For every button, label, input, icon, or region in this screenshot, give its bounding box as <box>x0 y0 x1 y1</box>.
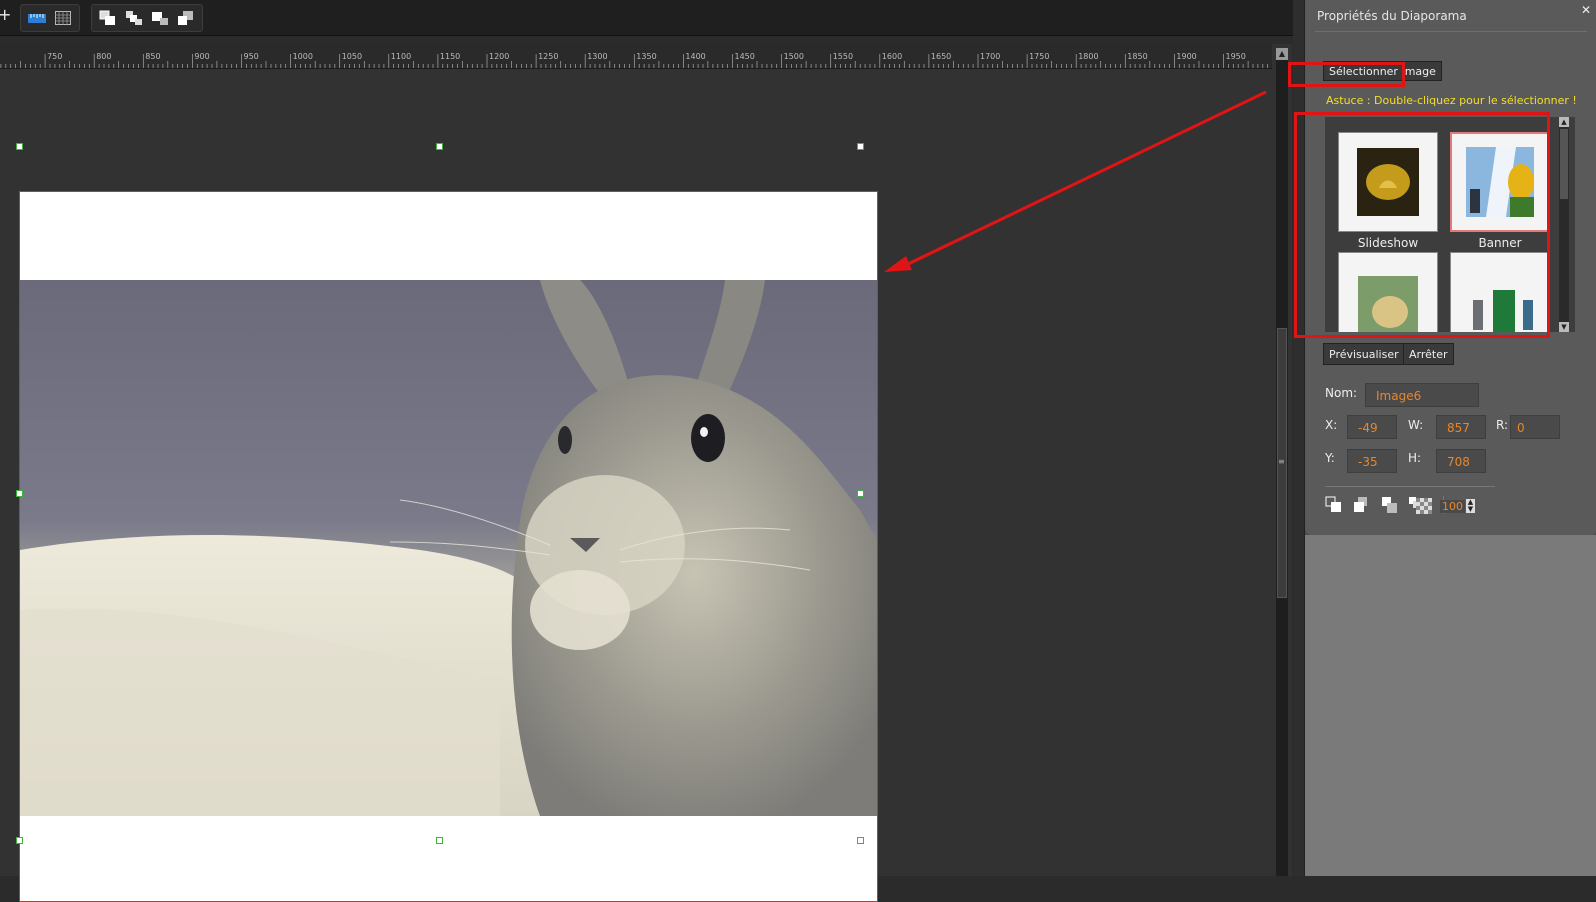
ruler-label: 750 <box>47 52 62 61</box>
plus-icon[interactable]: + <box>0 7 11 23</box>
send-backward-icon[interactable] <box>150 8 170 28</box>
resize-handle-bottom-right[interactable] <box>857 837 864 844</box>
r-field[interactable]: 0 <box>1510 415 1560 439</box>
toolbar: + <box>0 0 1293 36</box>
resize-handle-top[interactable] <box>436 143 443 150</box>
w-field[interactable]: 857 <box>1436 415 1486 439</box>
name-label: Nom: <box>1325 386 1358 400</box>
vertical-scrollbar[interactable]: ▲ ≡ <box>1276 48 1288 876</box>
ruler-label: 850 <box>145 52 160 61</box>
scroll-down-icon[interactable]: ▼ <box>1559 322 1569 332</box>
name-field[interactable]: Image6 <box>1365 383 1479 407</box>
send-to-back-icon[interactable] <box>176 8 196 28</box>
ruler-ticks: 750 800 850 900 950 1000 1050 1100 1150 1200 1250 1… <box>0 52 1269 68</box>
resize-handle-top-right[interactable] <box>857 143 864 150</box>
resize-handle-bottom-left[interactable] <box>16 837 23 844</box>
ruler-label: 1150 <box>440 52 460 61</box>
ruler-icon[interactable] <box>27 8 47 28</box>
opacity-icon <box>1416 498 1432 514</box>
r-label: R: <box>1496 418 1509 432</box>
ruler-label: 1750 <box>1029 52 1049 61</box>
stop-button[interactable]: Arrêter <box>1403 343 1454 365</box>
ruler-label: 1050 <box>342 52 362 61</box>
panel-title: Propriétés du Diaporama <box>1317 9 1467 23</box>
bring-forward-icon[interactable] <box>1353 496 1371 514</box>
thumbnail-scroll-thumb[interactable] <box>1560 129 1568 199</box>
x-field[interactable]: -49 <box>1347 415 1397 439</box>
opacity-value[interactable]: 100 <box>1440 500 1465 513</box>
resize-handle-left[interactable] <box>16 490 23 497</box>
scroll-up-icon[interactable]: ▲ <box>1559 117 1569 127</box>
ruler-label: 800 <box>96 52 111 61</box>
ruler-label: 1500 <box>784 52 804 61</box>
ruler-label: 1100 <box>391 52 411 61</box>
bring-forward-icon[interactable] <box>124 8 144 28</box>
scroll-grip-icon: ≡ <box>1278 457 1285 466</box>
ruler-label: 1350 <box>636 52 656 61</box>
preview-button[interactable]: Prévisualiser <box>1323 343 1405 365</box>
ruler-label: 1850 <box>1127 52 1147 61</box>
ruler-label: 1950 <box>1226 52 1246 61</box>
ruler-label: 1450 <box>735 52 755 61</box>
close-icon[interactable]: ✕ <box>1581 3 1591 17</box>
resize-handle-top-left[interactable] <box>16 143 23 150</box>
ruler-label: 1400 <box>685 52 705 61</box>
grid-icon[interactable] <box>53 8 73 28</box>
ruler-label: 1700 <box>980 52 1000 61</box>
h-field[interactable]: 708 <box>1436 449 1486 473</box>
bring-to-front-icon[interactable] <box>98 8 118 28</box>
ruler-label: 1900 <box>1176 52 1196 61</box>
ruler-label: 1000 <box>293 52 313 61</box>
ruler-label: 1600 <box>882 52 902 61</box>
w-label: W: <box>1408 418 1424 432</box>
ruler-label: 1250 <box>538 52 558 61</box>
scroll-up-icon[interactable]: ▲ <box>1276 48 1288 60</box>
send-backward-icon[interactable] <box>1381 496 1399 514</box>
resize-handle-right[interactable] <box>857 490 864 497</box>
horizontal-ruler: 750 800 850 900 950 1000 1050 1100 1150 1200 1250 1… <box>0 44 1272 69</box>
x-label: X: <box>1325 418 1338 432</box>
ruler-label: 1200 <box>489 52 509 61</box>
thumbnail-list-scrollbar[interactable]: ▲ ▼ <box>1559 117 1569 332</box>
ruler-label: 950 <box>244 52 259 61</box>
title-divider <box>1315 31 1587 32</box>
ruler-label: 1650 <box>931 52 951 61</box>
canvas-area[interactable]: 750 800 850 900 950 1000 1050 1100 1150 1200 1250 1… <box>0 44 1292 902</box>
ruler-label: 1800 <box>1078 52 1098 61</box>
fields-divider <box>1325 486 1495 487</box>
y-field[interactable]: -35 <box>1347 449 1397 473</box>
ruler-label: 1550 <box>833 52 853 61</box>
rabbit-photo <box>20 280 877 816</box>
bring-to-front-icon[interactable] <box>1325 496 1343 514</box>
h-label: H: <box>1408 451 1422 465</box>
arrange-toolbar-group <box>91 4 203 32</box>
ruler-label: 900 <box>194 52 209 61</box>
resize-handle-bottom[interactable] <box>436 837 443 844</box>
panel-empty-area <box>1305 535 1596 876</box>
slide-image-element[interactable] <box>19 191 878 902</box>
opacity-spinner-icon[interactable]: ▲ ▼ <box>1466 499 1475 513</box>
hint-text: Astuce : Double-cliquez pour le sélectio… <box>1326 94 1577 107</box>
annotation-select-image-highlight <box>1288 62 1405 87</box>
annotation-thumbnail-highlight <box>1294 112 1550 338</box>
rabbit-illustration <box>20 280 877 816</box>
view-toolbar-group <box>20 4 80 32</box>
y-label: Y: <box>1325 451 1335 465</box>
ruler-label: 1300 <box>587 52 607 61</box>
